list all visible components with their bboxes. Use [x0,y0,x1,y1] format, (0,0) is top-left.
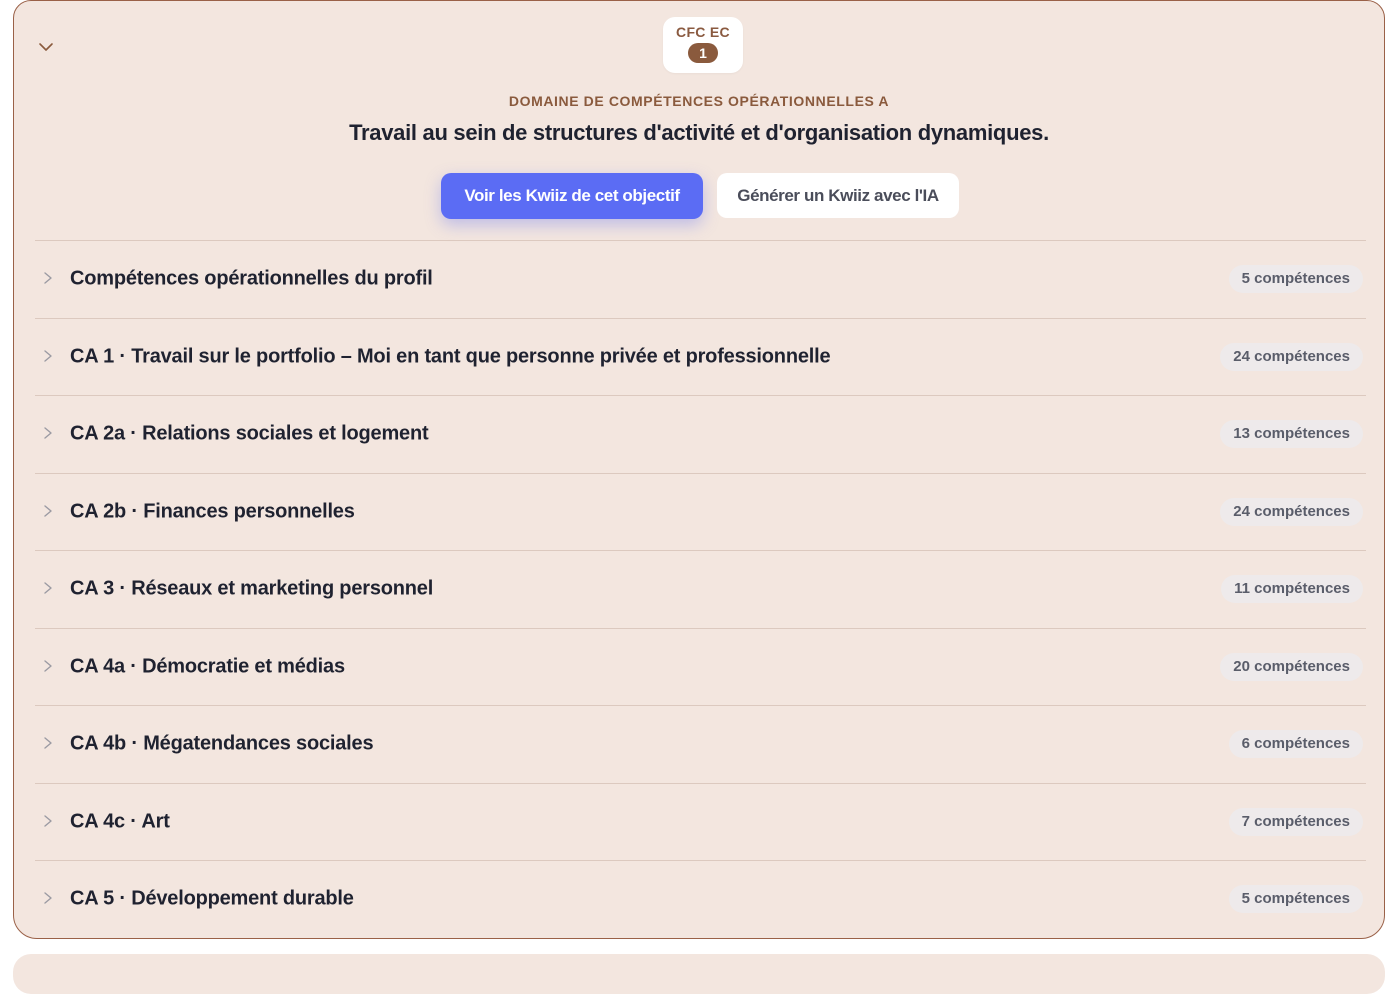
competence-count-badge: 5 compétences [1228,265,1363,294]
list-item-label: CA 5 · Développement durable [70,887,354,910]
list-item-label: CA 2a · Relations sociales et logement [70,422,429,445]
list-item-label: CA 4b · Mégatendances sociales [70,732,374,755]
list-item-label: CA 3 · Réseaux et marketing personnel [70,577,434,600]
list-item[interactable]: Compétences opérationnelles du profil 5 … [35,241,1366,319]
domain-card: CFC EC 1 DOMAINE DE COMPÉTENCES OPÉRATIO… [13,0,1385,939]
competence-count-badge: 24 compétences [1220,342,1363,371]
badge-code: CFC EC [676,24,730,40]
chevron-right-icon [44,892,52,904]
list-item[interactable]: CA 4a · Démocratie et médias 20 compéten… [35,629,1366,706]
chevron-right-icon [44,427,52,439]
competence-list: Compétences opérationnelles du profil 5 … [35,240,1366,938]
competence-count-badge: 24 compétences [1220,497,1363,526]
list-item[interactable]: CA 4b · Mégatendances sociales 6 compéte… [35,706,1366,784]
generate-kwiiz-ai-button[interactable]: Générer un Kwiiz avec l'IA [717,173,959,218]
competence-count-badge: 11 compétences [1221,575,1363,604]
chevron-right-icon [44,505,52,517]
competence-count-badge: 13 compétences [1220,420,1363,449]
competence-count-badge: 20 compétences [1220,652,1363,681]
chevron-right-icon [44,582,52,594]
list-item[interactable]: CA 2a · Relations sociales et logement 1… [35,396,1366,474]
domain-badge: CFC EC 1 [663,17,743,73]
chevron-right-icon [44,350,52,362]
chevron-right-icon [44,815,52,827]
list-item-label: Compétences opérationnelles du profil [70,267,433,290]
list-item[interactable]: CA 5 · Développement durable 5 compétenc… [35,861,1366,938]
chevron-right-icon [44,272,52,284]
domain-title: Travail au sein de structures d'activité… [349,120,1049,145]
chevron-right-icon [44,660,52,672]
competence-count-badge: 7 compétences [1228,807,1363,836]
list-item-label: CA 1 · Travail sur le portfolio – Moi en… [70,345,831,368]
list-item-label: CA 2b · Finances personnelles [70,500,355,523]
competence-count-badge: 6 compétences [1228,730,1363,759]
collapse-button[interactable] [36,37,56,57]
chevron-down-icon [39,43,53,51]
badge-number: 1 [688,43,718,63]
list-item[interactable]: CA 4c · Art 7 compétences [35,784,1366,861]
list-item-label: CA 4c · Art [70,810,170,833]
next-domain-card [13,954,1385,994]
list-item[interactable]: CA 3 · Réseaux et marketing personnel 11… [35,551,1366,629]
list-item-label: CA 4a · Démocratie et médias [70,655,345,678]
list-item[interactable]: CA 2b · Finances personnelles 24 compéte… [35,474,1366,551]
competence-count-badge: 5 compétences [1228,885,1363,914]
view-kwiiz-button[interactable]: Voir les Kwiiz de cet objectif [441,173,703,219]
list-item[interactable]: CA 1 · Travail sur le portfolio – Moi en… [35,319,1366,396]
chevron-right-icon [44,737,52,749]
domain-label: DOMAINE DE COMPÉTENCES OPÉRATIONNELLES A [508,93,890,109]
